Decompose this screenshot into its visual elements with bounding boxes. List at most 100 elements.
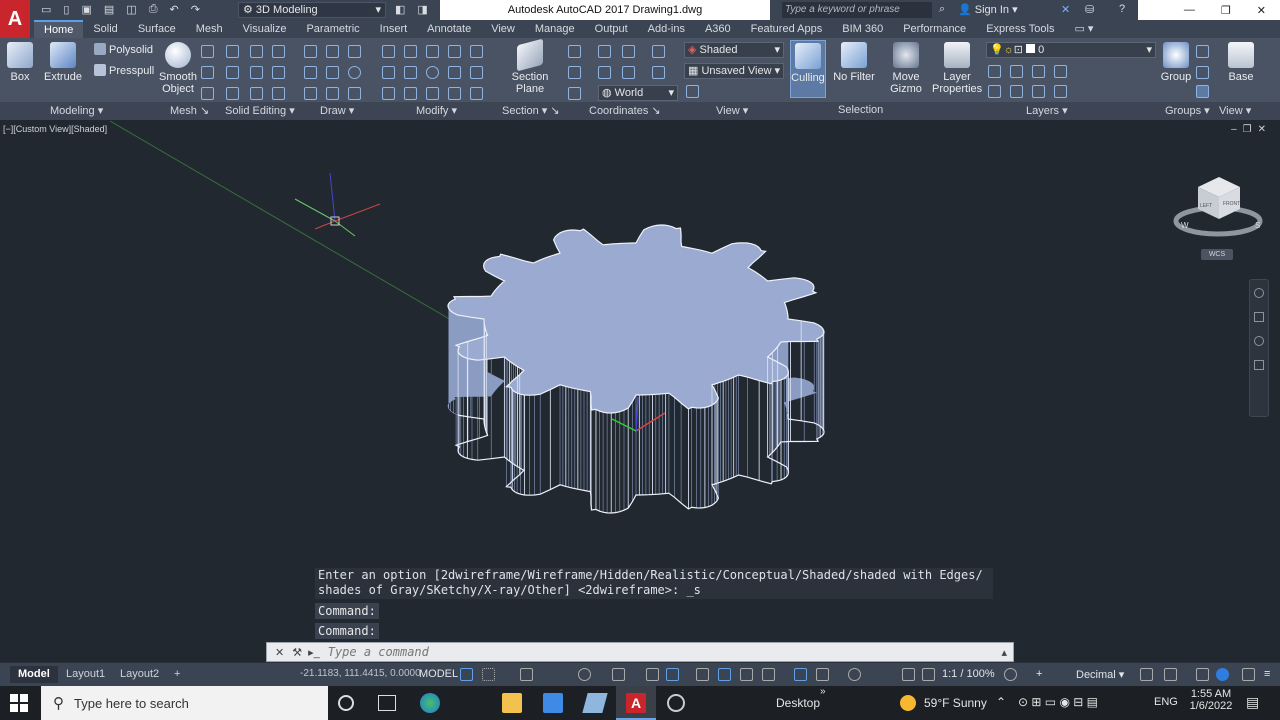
transparency-icon[interactable] — [718, 668, 731, 681]
culling-button[interactable]: Culling — [790, 40, 826, 98]
layer-tool-icon[interactable] — [1032, 65, 1045, 78]
web-mobile-icon[interactable]: ◫ — [126, 3, 136, 16]
isodraft-icon[interactable] — [612, 668, 625, 681]
command-input[interactable]: Type a command — [328, 645, 429, 659]
dynamic-ucs-icon[interactable] — [794, 668, 807, 681]
sign-in-button[interactable]: 👤 Sign In ▾ — [958, 2, 1018, 18]
tab-view[interactable]: View — [481, 20, 525, 38]
weather-sun-icon[interactable] — [900, 695, 916, 711]
model-space-button[interactable]: MODEL — [419, 668, 458, 680]
layer-dropdown[interactable]: 💡☼⊡ 0 ▾ — [986, 42, 1156, 58]
draw-rectangle-icon[interactable] — [326, 87, 339, 100]
presspull-button[interactable]: Presspull — [94, 64, 154, 78]
ucs-view-icon[interactable] — [622, 66, 635, 79]
mail-icon[interactable] — [543, 693, 563, 713]
tab-add-ins[interactable]: Add-ins — [638, 20, 695, 38]
navigation-bar[interactable] — [1249, 279, 1269, 417]
trim-icon[interactable] — [382, 66, 395, 79]
workspace-dropdown[interactable]: ⚙ 3D Modeling ▾ — [238, 2, 386, 18]
group-selection-icon[interactable] — [1196, 85, 1209, 98]
ucs-icon[interactable] — [568, 45, 581, 58]
tab-insert[interactable]: Insert — [370, 20, 418, 38]
close-icon[interactable]: ✕ — [1257, 4, 1266, 17]
ucs-origin-icon[interactable] — [622, 45, 635, 58]
circle-tool-icon[interactable] — [426, 66, 439, 79]
tab-home[interactable]: Home — [34, 20, 84, 38]
close-command-line-icon[interactable]: ✕ — [275, 646, 284, 659]
tab-bim-360[interactable]: BIM 360 — [832, 20, 893, 38]
ucs-3point-icon[interactable] — [568, 87, 581, 100]
annotation-monitor-icon[interactable]: + — [1036, 668, 1049, 681]
snap-icon[interactable] — [482, 668, 495, 681]
array-icon[interactable] — [404, 87, 417, 100]
autodesk-app-store-icon[interactable]: ⛁ — [1085, 3, 1094, 16]
chevron-up-icon[interactable]: ▴ — [1001, 646, 1007, 659]
autocad-taskbar-button[interactable]: A — [616, 686, 656, 720]
language-indicator[interactable]: ENG — [1154, 696, 1178, 708]
new-file-icon[interactable]: ▭ — [41, 3, 51, 16]
windows-start-icon[interactable] — [10, 694, 28, 712]
move-gizmo-button[interactable]: Move Gizmo — [886, 42, 926, 95]
customize-icon[interactable]: ⚒ — [292, 646, 302, 659]
extrude-button[interactable]: Extrude — [44, 42, 82, 83]
desktop-expand-icon[interactable]: » — [820, 686, 826, 697]
copy-icon[interactable] — [426, 45, 439, 58]
app-icon[interactable] — [582, 693, 608, 713]
solid-edit-icon[interactable] — [272, 66, 285, 79]
tab-manage[interactable]: Manage — [525, 20, 585, 38]
match-icon[interactable]: ◨ — [417, 3, 427, 16]
layer-tool-icon[interactable] — [1010, 65, 1023, 78]
application-menu-button[interactable]: A — [0, 0, 30, 38]
workspace-switching-icon[interactable] — [1004, 668, 1017, 681]
weather-text[interactable]: 59°F Sunny — [924, 696, 987, 710]
scale-icon[interactable] — [470, 45, 483, 58]
panel-section[interactable]: Section ▾ ↘ — [502, 104, 560, 117]
draw-line-icon[interactable] — [326, 66, 339, 79]
selection-filter-icon[interactable] — [816, 668, 829, 681]
minimize-icon[interactable]: — — [1184, 4, 1195, 16]
tab-solid[interactable]: Solid — [83, 20, 127, 38]
task-view-icon[interactable] — [378, 695, 396, 711]
tab-visualize[interactable]: Visualize — [233, 20, 297, 38]
base-button[interactable]: Base — [1226, 42, 1256, 83]
rotate-icon[interactable] — [404, 45, 417, 58]
ribbon-minimize-button[interactable]: ▭ ▾ — [1064, 20, 1103, 38]
draw-polygon-icon[interactable] — [304, 87, 317, 100]
solid-edit-icon[interactable] — [226, 45, 239, 58]
chamfer-icon[interactable] — [470, 66, 483, 79]
ucs-x-icon[interactable] — [652, 66, 665, 79]
selection-cycling-icon[interactable] — [740, 668, 753, 681]
draw-arc-icon[interactable] — [348, 45, 361, 58]
show-hidden-icons[interactable]: ⌃ — [996, 695, 1006, 709]
tab-layout2[interactable]: Layout2 — [112, 666, 167, 683]
panel-mesh[interactable]: Mesh ↘ — [170, 104, 209, 117]
hardware-acceleration-icon[interactable] — [1216, 668, 1229, 681]
tray-icons[interactable]: ⊙ ⊞ ▭ ◉ ⊟ ▤ — [1018, 695, 1098, 709]
move-icon[interactable] — [382, 45, 395, 58]
draw-spline-icon[interactable] — [304, 66, 317, 79]
group-button[interactable]: Group — [1160, 42, 1192, 83]
mesh-tool-icon[interactable] — [201, 66, 214, 79]
mesh-tool-icon[interactable] — [201, 87, 214, 100]
object-snap-tracking-icon[interactable] — [646, 668, 659, 681]
grid-icon[interactable] — [460, 668, 473, 681]
solid-edit-icon[interactable] — [250, 87, 263, 100]
layer-tool-icon[interactable] — [1054, 65, 1067, 78]
panel-coordinates[interactable]: Coordinates ↘ — [589, 104, 661, 117]
save-icon[interactable]: ▣ — [81, 3, 91, 16]
object-snap-icon[interactable] — [666, 668, 679, 681]
tab-surface[interactable]: Surface — [128, 20, 186, 38]
add-layout-icon[interactable]: + — [166, 666, 188, 683]
explode-icon[interactable] — [448, 87, 461, 100]
clock[interactable]: 1:55 AM 1/6/2022 — [1187, 688, 1235, 712]
3d-osnap-icon[interactable] — [762, 668, 775, 681]
solid-edit-icon[interactable] — [226, 66, 239, 79]
save-as-icon[interactable]: ▤ — [104, 3, 114, 16]
panel-selection[interactable]: Selection — [838, 104, 883, 116]
cortana-icon[interactable] — [338, 695, 354, 711]
polar-icon[interactable] — [578, 668, 591, 681]
zoom-icon[interactable] — [1254, 336, 1264, 346]
extend-icon[interactable] — [404, 66, 417, 79]
quick-properties-icon[interactable] — [1140, 668, 1153, 681]
panel-groups[interactable]: Groups ▾ — [1165, 104, 1210, 117]
